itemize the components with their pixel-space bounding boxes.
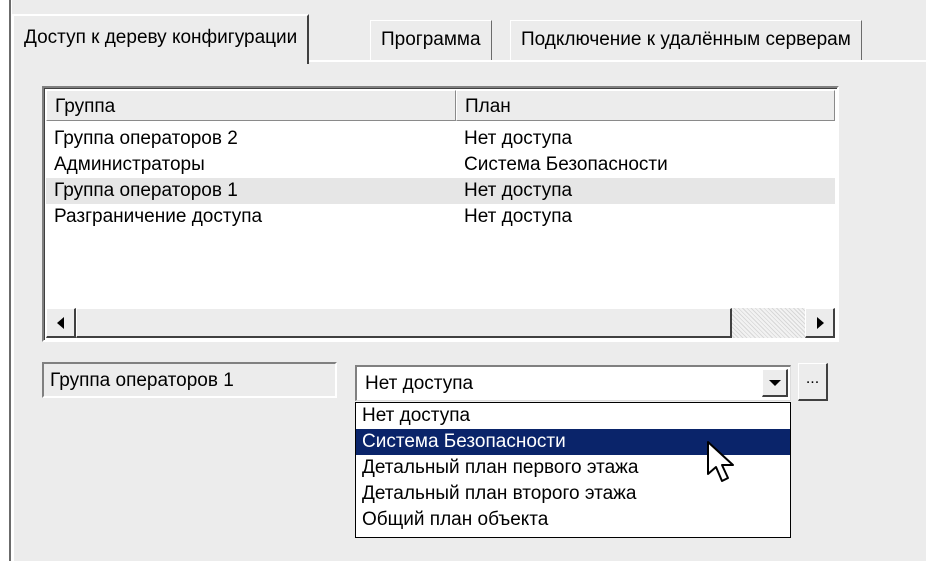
column-header-label: План [465, 96, 511, 117]
dropdown-option[interactable]: Нет доступа [356, 403, 790, 429]
tab-remote-servers[interactable]: Подключение к удалённым серверам [510, 20, 862, 61]
row-plan: Нет доступа [464, 128, 573, 149]
table-row-selected[interactable]: Группа операторов 1 Нет доступа [46, 178, 835, 204]
row-plan: Нет доступа [464, 180, 573, 201]
plan-select-dropdown-button[interactable] [762, 369, 788, 397]
row-group: Группа операторов 1 [54, 180, 238, 201]
row-group: Разграничение доступа [54, 206, 263, 227]
column-header-label: Группа [55, 96, 116, 117]
mouse-pointer-icon [707, 441, 734, 482]
settings-panel: Доступ к дереву конфигурации Программа П… [12, 0, 926, 561]
table-row[interactable]: Разграничение доступа Нет доступа [46, 204, 835, 230]
window-left-margin [0, 0, 9, 561]
selected-group-field: Группа операторов 1 [42, 362, 337, 398]
list-rows: Группа операторов 2 Нет доступа Админист… [46, 126, 835, 230]
tab-strip: Доступ к дереву конфигурации Программа П… [12, 0, 926, 64]
scroll-left-button[interactable] [46, 308, 76, 338]
tab-label: Программа [381, 29, 481, 50]
plan-select[interactable]: Нет доступа [355, 365, 791, 401]
horizontal-scrollbar[interactable] [46, 308, 835, 338]
browse-plan-button[interactable]: ... [798, 363, 828, 401]
window-left-border [9, 0, 11, 561]
chevron-down-icon [768, 379, 781, 386]
column-header-plan[interactable]: План [456, 90, 835, 121]
dropdown-option[interactable]: Общий план объекта [356, 507, 790, 533]
group-plan-list[interactable]: Группа План Группа операторов 2 Нет дост… [42, 86, 839, 342]
triangle-right-icon [816, 316, 824, 329]
triangle-left-icon [56, 316, 64, 329]
row-plan: Система Безопасности [464, 154, 668, 175]
plan-select-value: Нет доступа [365, 373, 474, 394]
tab-label: Подключение к удалённым серверам [521, 29, 851, 50]
tab-program[interactable]: Программа [370, 20, 492, 61]
row-group: Администраторы [54, 154, 205, 175]
row-group: Группа операторов 2 [54, 128, 238, 149]
tab-label: Доступ к дереву конфигурации [24, 27, 298, 48]
scroll-thumb[interactable] [76, 308, 732, 338]
scroll-right-button[interactable] [805, 308, 835, 338]
table-row[interactable]: Группа операторов 2 Нет доступа [46, 126, 835, 152]
list-header: Группа План [46, 90, 835, 122]
row-plan: Нет доступа [464, 206, 573, 227]
tab-config-tree-access[interactable]: Доступ к дереву конфигурации [12, 14, 310, 64]
table-row[interactable]: Администраторы Система Безопасности [46, 152, 835, 178]
column-header-group[interactable]: Группа [46, 90, 456, 121]
